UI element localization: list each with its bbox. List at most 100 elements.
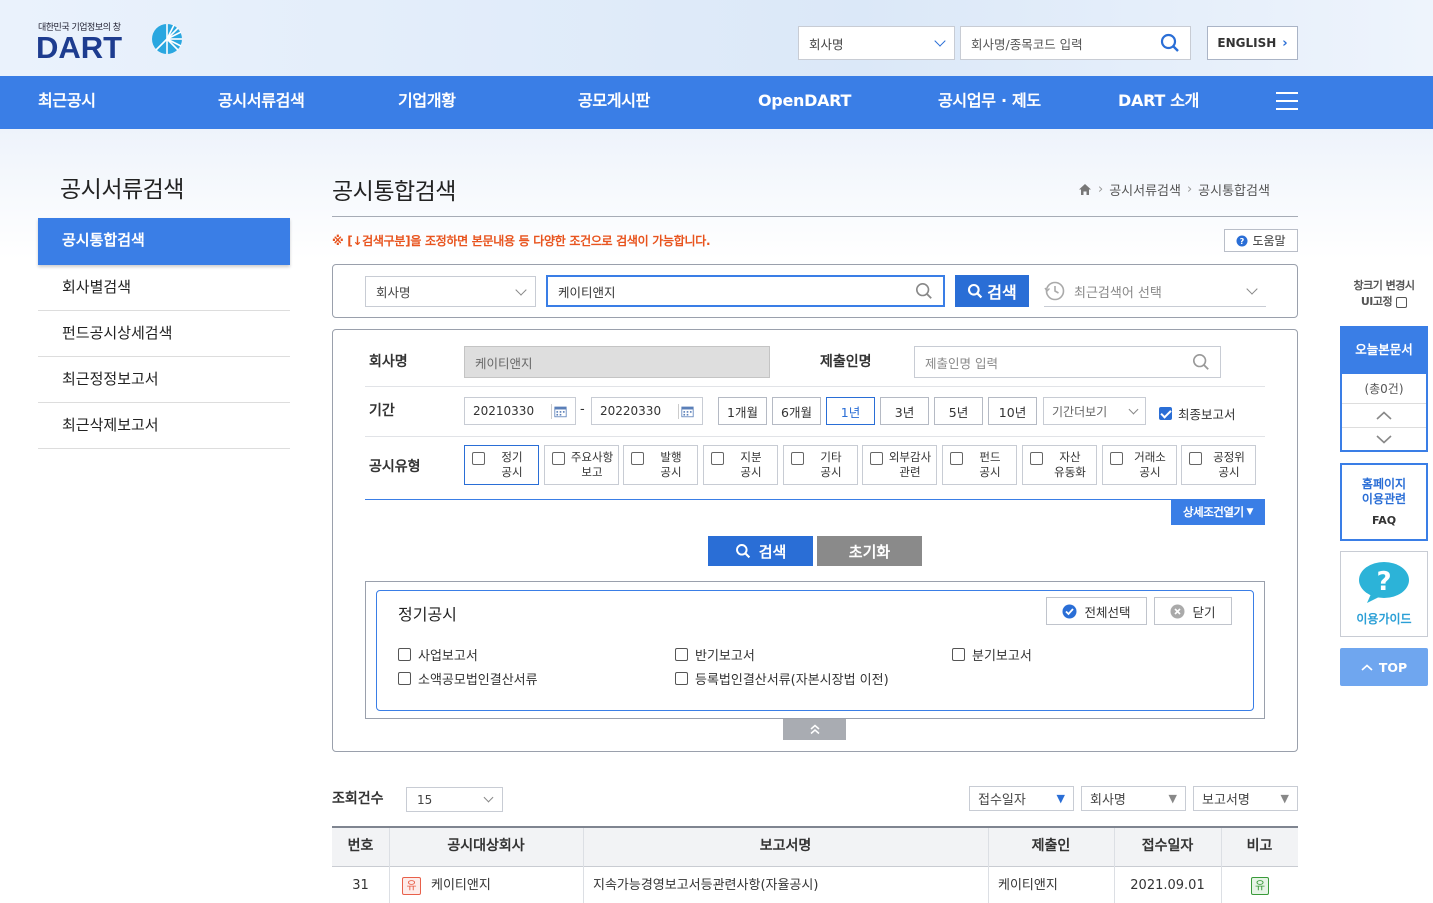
date-to-input[interactable]: 20220330 [591, 397, 703, 425]
quick-search-type-select[interactable]: 회사명 [365, 276, 536, 307]
type-fund-button[interactable]: 펀드 공시 [942, 445, 1017, 485]
ui-fix-checkbox[interactable]: UI고정 [1344, 294, 1424, 310]
search-icon[interactable] [1192, 353, 1210, 371]
reset-button[interactable]: 초기화 [817, 536, 922, 566]
help-icon: ? [1236, 235, 1248, 246]
date-from-value: 20210330 [473, 404, 535, 418]
panel-title: 정기공시 [398, 605, 457, 624]
option-semiannual-report[interactable]: 반기보고서 [675, 645, 755, 664]
sort-company-button[interactable]: 회사명 ▼ [1081, 786, 1186, 811]
nav-search-docs[interactable]: 공시서류검색 [218, 76, 305, 129]
period-more-select[interactable]: 기간더보기 [1043, 397, 1146, 425]
period-more-label: 기간더보기 [1052, 404, 1108, 419]
search-icon[interactable] [915, 282, 933, 300]
today-documents-title: 오늘본문서 [1342, 328, 1426, 374]
calendar-icon[interactable] [678, 403, 694, 419]
period-1m-button[interactable]: 1개월 [718, 397, 767, 425]
count-select[interactable]: 15 [406, 787, 503, 812]
sort-date-label: 접수일자 [978, 793, 1026, 808]
nav-about-dart[interactable]: DART 소개 [1118, 76, 1199, 129]
search-icon [735, 544, 750, 559]
cell-company[interactable]: 케이티앤지 [431, 868, 581, 903]
column-header-date[interactable]: 접수일자 [1114, 827, 1221, 867]
type-line: 정기 [501, 450, 523, 464]
english-label: ENGLISH [1217, 36, 1277, 50]
type-ftc-button[interactable]: 공정위 공시 [1181, 445, 1256, 485]
count-label: 조회건수 [332, 791, 384, 807]
breadcrumb-item[interactable]: 공시통합검색 [1198, 180, 1270, 199]
column-header-company[interactable]: 공시대상회사 [389, 827, 583, 867]
option-quarterly-report[interactable]: 분기보고서 [952, 645, 1032, 664]
nav-company-overview[interactable]: 기업개황 [398, 76, 456, 129]
home-icon[interactable] [1078, 183, 1092, 196]
homepage-faq-button[interactable]: 홈페이지 이용관련 FAQ [1340, 463, 1428, 541]
calendar-icon[interactable] [551, 403, 567, 419]
column-header-no[interactable]: 번호 [332, 827, 389, 867]
logo[interactable]: DART [36, 30, 122, 66]
sidebar-item-integrated-search[interactable]: 공시통합검색 [38, 218, 290, 265]
nav-offering-board[interactable]: 공모게시판 [578, 76, 650, 129]
sidebar-item-company-search[interactable]: 회사별검색 [38, 265, 290, 311]
sort-date-button[interactable]: 접수일자 ▼ [969, 786, 1074, 811]
column-header-submitter[interactable]: 제출인 [988, 827, 1114, 867]
type-audit-button[interactable]: 외부감사 관련 [862, 445, 937, 485]
option-business-report[interactable]: 사업보고서 [398, 645, 478, 664]
user-guide-button[interactable]: ? 이용가이드 [1340, 551, 1428, 637]
scroll-up-button[interactable] [1342, 404, 1426, 428]
collapse-button[interactable] [783, 719, 846, 740]
sidebar-item-recent-corrections[interactable]: 최근정정보고서 [38, 357, 290, 403]
type-exchange-button[interactable]: 거래소 공시 [1102, 445, 1177, 485]
detail-search-button[interactable]: 검색 [708, 536, 813, 566]
type-issue-button[interactable]: 발행 공시 [623, 445, 698, 485]
detail-toggle-button[interactable]: 상세조건열기 ▼ [1171, 499, 1265, 525]
menu-icon[interactable] [1276, 92, 1298, 110]
caret-down-icon: ▼ [1280, 792, 1289, 805]
date-from-input[interactable]: 20210330 [464, 397, 576, 425]
period-6m-button[interactable]: 6개월 [772, 397, 821, 425]
submitter-input[interactable]: 제출인명 입력 [914, 346, 1221, 378]
column-header-note[interactable]: 비고 [1221, 827, 1298, 867]
period-1y-button[interactable]: 1년 [826, 397, 875, 425]
type-abs-button[interactable]: 자산 유동화 [1022, 445, 1097, 485]
period-5y-button[interactable]: 5년 [934, 397, 983, 425]
nav-opendart[interactable]: OpenDART [758, 76, 851, 129]
option-label: 사업보고서 [418, 649, 478, 664]
recent-search-select[interactable]: 최근검색어 선택 [1044, 276, 1266, 307]
header-search-input[interactable]: 회사명/종목코드 입력 [960, 26, 1191, 60]
scroll-top-button[interactable]: TOP [1340, 648, 1428, 686]
type-line: 기타 [820, 450, 842, 464]
option-label: 분기보고서 [972, 649, 1032, 664]
cell-report[interactable]: 지속가능경영보고서등관련사항(자율공시) [593, 868, 983, 903]
panel-close-button[interactable]: 닫기 [1154, 597, 1232, 625]
type-major-button[interactable]: 주요사항 보고 [544, 445, 619, 485]
period-3y-button[interactable]: 3년 [880, 397, 929, 425]
sidebar-item-fund-search[interactable]: 펀드공시상세검색 [38, 311, 290, 357]
period-10y-button[interactable]: 10년 [988, 397, 1037, 425]
date-separator: - [580, 402, 585, 417]
type-regular-button[interactable]: 정기 공시 [464, 445, 539, 485]
quick-search-value: 케이티앤지 [558, 284, 616, 300]
caret-down-icon: ▼ [1056, 792, 1065, 805]
sidebar-item-recent-deletions[interactable]: 최근삭제보고서 [38, 403, 290, 449]
help-button[interactable]: ? 도움말 [1224, 229, 1298, 252]
column-header-report[interactable]: 보고서명 [583, 827, 988, 867]
type-other-button[interactable]: 기타 공시 [783, 445, 858, 485]
search-icon[interactable] [1160, 33, 1180, 53]
english-button[interactable]: ENGLISH › [1207, 26, 1298, 60]
type-equity-button[interactable]: 지분 공시 [703, 445, 778, 485]
detail-search-label: 검색 [758, 542, 787, 561]
nav-disclosure-system[interactable]: 공시업무 · 제도 [938, 76, 1041, 129]
option-registered-corp[interactable]: 등록법인결산서류(자본시장법 이전) [675, 669, 889, 688]
final-report-checkbox[interactable]: 최종보고서 [1159, 404, 1236, 423]
select-all-button[interactable]: 전체선택 [1046, 597, 1147, 625]
sort-report-button[interactable]: 보고서명 ▼ [1193, 786, 1298, 811]
quick-search-button[interactable]: 검색 [955, 275, 1029, 307]
option-small-offering[interactable]: 소액공모법인결산서류 [398, 669, 538, 688]
nav-recent[interactable]: 최근공시 [38, 76, 96, 129]
header-search-type-select[interactable]: 회사명 [798, 26, 955, 60]
breadcrumb-item[interactable]: 공시서류검색 [1109, 180, 1181, 199]
ui-fix-note-line: 창크기 변경시 [1353, 279, 1415, 292]
quick-search-input[interactable]: 케이티앤지 [546, 275, 945, 307]
main-nav: 최근공시 공시서류검색 기업개황 공모게시판 OpenDART 공시업무 · 제… [0, 76, 1433, 129]
scroll-down-button[interactable] [1342, 428, 1426, 450]
